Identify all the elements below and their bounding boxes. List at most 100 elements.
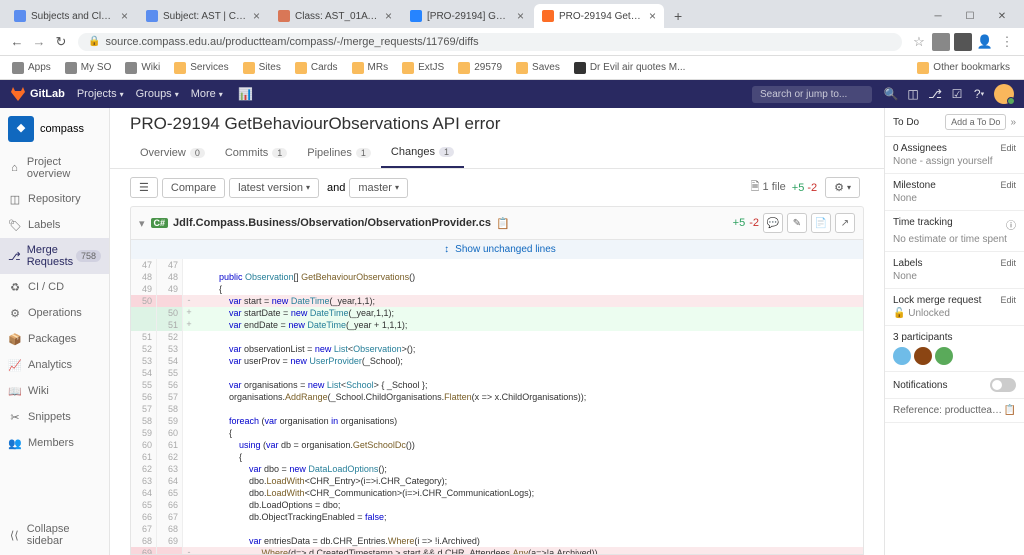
compare-button[interactable]: Compare <box>162 178 225 198</box>
sidebar-item-packages[interactable]: 📦Packages <box>0 326 109 352</box>
copy-button[interactable]: 📄 <box>811 213 831 233</box>
bookmark-item[interactable]: My SO <box>59 60 118 76</box>
back-button[interactable]: ← <box>6 31 28 53</box>
bookmark-item[interactable]: Services <box>168 60 234 76</box>
browser-tab[interactable]: Subject: AST | Compass× <box>138 4 268 28</box>
bookmark-item[interactable]: ExtJS <box>396 60 450 76</box>
tab-close-icon[interactable]: × <box>517 9 524 23</box>
diff-line[interactable]: 5455 <box>131 367 863 379</box>
diff-line[interactable]: 4747 <box>131 259 863 271</box>
gitlab-nav-item[interactable]: More▾ <box>191 88 223 100</box>
bookmark-item[interactable]: Sites <box>237 60 287 76</box>
todos-icon[interactable]: ☑ <box>946 83 968 105</box>
mr-tab-changes[interactable]: Changes1 <box>381 138 464 168</box>
minimize-button[interactable]: ─ <box>922 4 954 28</box>
copy-path-icon[interactable]: 📋 <box>496 217 510 230</box>
diff-line[interactable]: 69- .Where(d=> d.CreatedTimestamp > star… <box>131 547 863 555</box>
other-bookmarks[interactable]: Other bookmarks <box>911 60 1016 76</box>
show-unchanged-top[interactable]: ↕ Show unchanged lines <box>131 240 863 259</box>
collapse-sidebar-button[interactable]: ⟨⟨ Collapse sidebar <box>0 515 109 555</box>
diff-line[interactable]: 5758 <box>131 403 863 415</box>
sidebar-item-project-overview[interactable]: ⌂Project overview <box>0 150 109 186</box>
diff-line[interactable]: 5354 var userProv = new UserProvider(_Sc… <box>131 355 863 367</box>
bookmark-item[interactable]: Cards <box>289 60 344 76</box>
edit-milestone[interactable]: Edit <box>1000 180 1016 191</box>
reload-button[interactable]: ↻ <box>50 31 72 53</box>
add-todo-button[interactable]: Add a To Do <box>945 114 1006 130</box>
edit-labels[interactable]: Edit <box>1000 258 1016 269</box>
bookmark-item[interactable]: Dr Evil air quotes M... <box>568 60 692 76</box>
diff-line[interactable]: 5152 <box>131 331 863 343</box>
bookmark-item[interactable]: 29579 <box>452 60 508 76</box>
edit-file-button[interactable]: ✎ <box>787 213 807 233</box>
help-icon[interactable]: ?▾ <box>968 83 990 105</box>
issues-icon[interactable]: ◫ <box>902 83 924 105</box>
diff-line[interactable]: 5657 organisations.AddRange(_School.Chil… <box>131 391 863 403</box>
mr-tab-commits[interactable]: Commits1 <box>215 138 297 168</box>
sidebar-item-analytics[interactable]: 📈Analytics <box>0 352 109 378</box>
external-button[interactable]: ↗ <box>835 213 855 233</box>
diff-line[interactable]: 50- var start = new DateTime(_year,1,1); <box>131 295 863 307</box>
sidebar-item-merge-requests[interactable]: ⎇Merge Requests758 <box>0 238 109 274</box>
diff-line[interactable]: 5556 var organisations = new List<School… <box>131 379 863 391</box>
maximize-button[interactable]: ☐ <box>954 4 986 28</box>
diff-line[interactable]: 6263 var dbo = new DataLoadOptions(); <box>131 463 863 475</box>
notifications-toggle[interactable] <box>990 378 1016 392</box>
diff-line[interactable]: 4848 public Observation[] GetBehaviourOb… <box>131 271 863 283</box>
diff-line[interactable]: 5960 { <box>131 427 863 439</box>
diff-line[interactable]: 6465 dbo.LoadWith<CHR_Communication>(i=>… <box>131 487 863 499</box>
sidebar-item-members[interactable]: 👥Members <box>0 430 109 456</box>
star-button[interactable]: ☆ <box>908 31 930 53</box>
mr-icon[interactable]: ⎇ <box>924 83 946 105</box>
extension-icon[interactable] <box>954 33 972 51</box>
diff-line[interactable]: 6061 using (var db = organisation.GetSch… <box>131 439 863 451</box>
diff-line[interactable]: 5253 var observationList = new List<Obse… <box>131 343 863 355</box>
expand-sidebar-icon[interactable]: » <box>1010 117 1016 128</box>
gitlab-nav-item[interactable]: Projects▾ <box>77 88 124 100</box>
menu-button[interactable]: ⋮ <box>996 31 1018 53</box>
profile-button[interactable]: 👤 <box>974 31 996 53</box>
sidebar-item-repository[interactable]: ◫Repository <box>0 186 109 212</box>
bookmark-item[interactable]: Saves <box>510 60 566 76</box>
edit-assignees[interactable]: Edit <box>1000 143 1016 154</box>
diff-line[interactable]: 6768 <box>131 523 863 535</box>
diff-line[interactable]: 5859 foreach (var organisation in organi… <box>131 415 863 427</box>
diff-line[interactable]: 51+ var endDate = new DateTime(_year + 1… <box>131 319 863 331</box>
sidebar-item-labels[interactable]: 🏷Labels <box>0 212 109 238</box>
browser-tab[interactable]: [PRO-29194] GetBehaviourObser...× <box>402 4 532 28</box>
new-tab-button[interactable]: + <box>666 4 690 28</box>
close-window-button[interactable]: ✕ <box>986 4 1018 28</box>
gitlab-nav-item[interactable]: Groups▾ <box>136 88 179 100</box>
browser-tab[interactable]: PRO-29194 GetBehaviourObser...× <box>534 4 664 28</box>
participant-avatar[interactable] <box>935 347 953 365</box>
sidebar-item-operations[interactable]: ⚙Operations <box>0 300 109 326</box>
diff-line[interactable]: 50+ var startDate = new DateTime(_year,1… <box>131 307 863 319</box>
bookmark-item[interactable]: MRs <box>346 60 395 76</box>
diff-line[interactable]: 6162 { <box>131 451 863 463</box>
diff-line[interactable]: 6364 dbo.LoadWith<CHR_Entry>(i=>i.CHR_Ca… <box>131 475 863 487</box>
participant-avatar[interactable] <box>914 347 932 365</box>
gitlab-search-input[interactable]: Search or jump to... <box>752 86 872 103</box>
version-to-dropdown[interactable]: master ▾ <box>349 178 408 198</box>
assign-yourself-link[interactable]: None - assign yourself <box>893 156 1016 167</box>
copy-reference-icon[interactable]: 📋 <box>1004 405 1016 416</box>
search-icon[interactable]: 🔍 <box>880 83 902 105</box>
info-icon[interactable]: ⓘ <box>1006 217 1016 232</box>
tab-close-icon[interactable]: × <box>121 9 128 23</box>
tab-close-icon[interactable]: × <box>649 9 656 23</box>
sidebar-item-snippets[interactable]: ✂Snippets <box>0 404 109 430</box>
collapse-file-icon[interactable]: ▾ <box>139 217 145 230</box>
url-input[interactable]: 🔒 source.compass.edu.au/productteam/comp… <box>78 33 902 51</box>
mr-tab-overview[interactable]: Overview0 <box>130 138 215 168</box>
settings-dropdown[interactable]: ⚙ ▾ <box>825 177 860 198</box>
sidebar-item-wiki[interactable]: 📖Wiki <box>0 378 109 404</box>
mr-tab-pipelines[interactable]: Pipelines1 <box>297 138 381 168</box>
version-from-dropdown[interactable]: latest version ▾ <box>229 178 319 198</box>
edit-lock[interactable]: Edit <box>1000 295 1016 306</box>
tab-close-icon[interactable]: × <box>253 9 260 23</box>
gitlab-logo[interactable]: GitLab <box>10 86 65 102</box>
apps-button[interactable]: Apps <box>6 60 57 76</box>
tab-close-icon[interactable]: × <box>385 9 392 23</box>
file-tree-button[interactable]: ☰ <box>130 177 158 198</box>
diff-line[interactable]: 6869 var entriesData = db.CHR_Entries.Wh… <box>131 535 863 547</box>
